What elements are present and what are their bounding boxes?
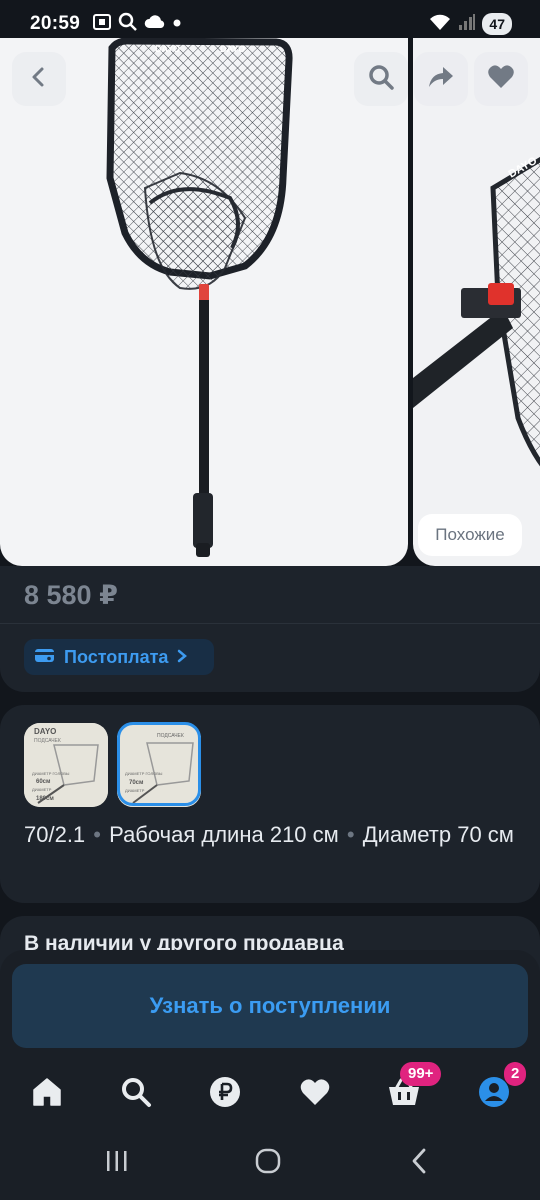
product-image-next[interactable]: DAYO [413,38,540,566]
back-nav-button[interactable] [395,1138,445,1188]
chevron-left-icon [28,66,50,93]
svg-text:ДИАМЕТР ГОЛОВЫ: ДИАМЕТР ГОЛОВЫ [32,771,70,776]
status-icons-left [92,12,182,37]
recent-apps-button[interactable] [92,1138,142,1188]
notification-dot-icon [172,15,182,33]
status-bar: 20:59 47 [0,0,540,48]
search-status-icon [118,12,138,37]
favorite-button[interactable] [474,52,528,106]
product-image-main[interactable]: DAYO DAYO [0,38,408,566]
spec-separator: • [346,822,355,847]
home-nav-button[interactable] [243,1138,293,1188]
home-circle-icon [254,1147,282,1180]
battery-indicator: 47 [482,13,512,35]
bottom-panel: Узнать о поступлении 99+ 2 [0,950,540,1200]
price-card: 8 580 ₽ Постоплата [0,566,540,692]
product-price: 8 580 ₽ [24,580,118,610]
back-button[interactable] [12,52,66,106]
status-icons-right: 47 [428,12,512,37]
variant-thumb-60[interactable]: DAYO ПОДСАЧЕК ДИАМЕТР ГОЛОВЫ 60см ДИАМЕТ… [24,723,108,807]
svg-text:180см: 180см [36,796,54,802]
status-time: 20:59 [30,13,81,34]
svg-text:ПОДСАЧЕК: ПОДСАЧЕК [34,738,61,744]
ruble-coin-icon [209,1076,241,1113]
postpay-label: Постоплата [64,646,169,667]
variant-card: DAYO ПОДСАЧЕК ДИАМЕТР ГОЛОВЫ 60см ДИАМЕТ… [0,705,540,903]
similar-button[interactable]: Похожие [418,514,522,556]
spec-diameter: Диаметр 70 см [362,822,514,847]
divider [0,623,540,624]
tab-bar: 99+ 2 [0,1062,540,1126]
landing-net-closeup-image: DAYO [413,155,540,467]
spec-model: 70/2.1 [24,822,86,847]
system-nav-bar [0,1138,540,1188]
svg-text:DAYO: DAYO [34,727,56,736]
spec-separator: • [93,822,101,847]
tab-search[interactable] [116,1074,156,1114]
signal-icon [458,13,476,36]
search-button[interactable] [354,52,408,106]
search-icon [367,63,395,96]
variant-specs: 70/2.1 • Рабочая длина 210 см • Диаметр … [24,817,524,853]
recent-apps-icon [104,1149,130,1178]
wifi-icon [428,12,452,37]
share-arrow-icon [427,64,455,95]
postpay-button[interactable]: Постоплата [24,639,214,675]
product-gallery[interactable]: DAYO DAYO DAYO Похожие [0,38,540,568]
tab-finance[interactable] [205,1074,245,1114]
variant-thumb-image: DAYO ПОДСАЧЕК ДИАМЕТР ГОЛОВЫ 60см ДИАМЕТ… [24,723,108,807]
svg-text:60см: 60см [36,779,51,785]
share-button[interactable] [414,52,468,106]
search-icon [120,1076,152,1113]
heart-icon [487,64,515,95]
home-icon [31,1077,63,1112]
spec-length: Рабочая длина 210 см [109,822,339,847]
profile-badge: 2 [504,1062,527,1086]
heart-icon [299,1077,331,1112]
screenshot-icon [92,13,112,36]
landing-net-image: DAYO DAYO [106,38,293,557]
back-chevron-icon [409,1147,431,1180]
chevron-right-icon [176,647,188,668]
tab-favorites[interactable] [295,1074,335,1114]
tab-home[interactable] [27,1074,67,1114]
cart-badge: 99+ [400,1062,442,1086]
cloud-icon [144,14,166,35]
svg-text:ДИАМЕТР: ДИАМЕТР [32,787,52,792]
selected-variant-ring [117,722,201,806]
wallet-icon [34,646,56,669]
notify-button[interactable]: Узнать о поступлении [12,964,528,1048]
